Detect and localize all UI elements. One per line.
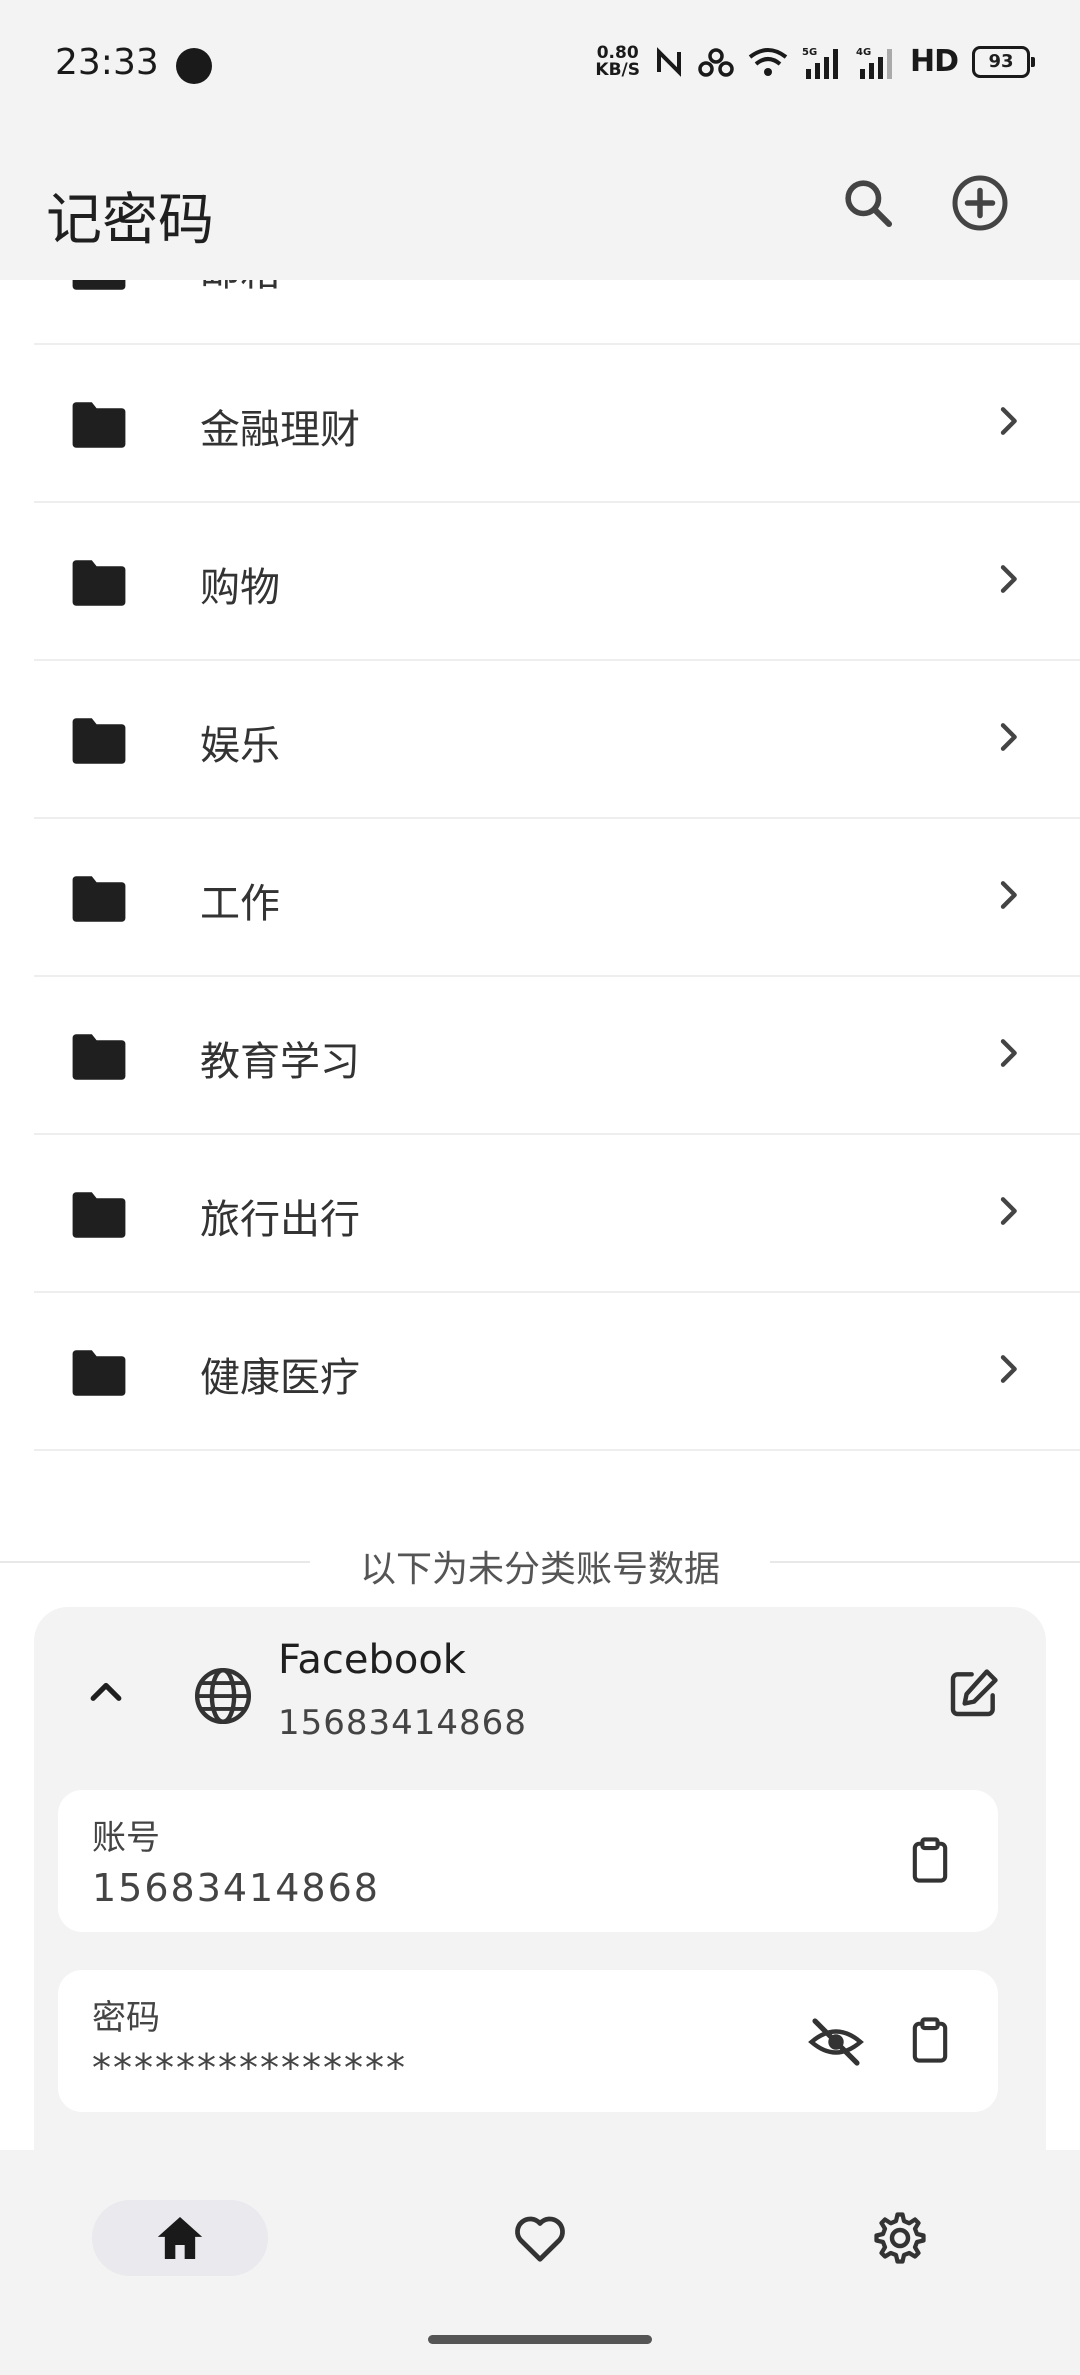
chevron-right-icon [1000, 881, 1017, 909]
account-value[interactable]: 15683414868 [92, 1866, 380, 1910]
folder-row[interactable]: 教育学习 [34, 977, 1080, 1135]
status-icons: 0.80 KB/S 5G 4G HD 93 [595, 42, 1035, 80]
folder-label: 旅行出行 [200, 1197, 360, 1243]
folder-label: 健康医疗 [200, 1355, 360, 1401]
folder-row[interactable]: 健康医疗 [34, 1293, 1080, 1451]
add-circle-icon [952, 175, 1008, 231]
nav-home[interactable] [92, 2200, 268, 2276]
folder-icon [72, 1350, 126, 1396]
page-title: 记密码 [46, 188, 214, 253]
search-button[interactable] [832, 167, 904, 239]
clipboard-icon [912, 1837, 948, 1883]
signal-5g-label: 5G [802, 47, 817, 58]
folder-row[interactable]: 娱乐 [34, 661, 1080, 819]
folder-row[interactable]: 购物 [34, 503, 1080, 661]
account-entry-card: Facebook 15683414868 账号 15683414868 密码 *… [34, 1607, 1046, 2150]
eye-off-icon [808, 2018, 864, 2066]
bottom-navigation [0, 2150, 1080, 2375]
folder-row[interactable]: 工作 [34, 819, 1080, 977]
collapse-button[interactable] [84, 1669, 128, 1717]
folder-icon [72, 876, 126, 922]
chevron-right-icon [1000, 1039, 1017, 1067]
uncategorized-header: 以下为未分类账号数据 [335, 1549, 744, 1590]
cellular-signal-5g-icon: 5G [802, 47, 838, 79]
nfc-icon [656, 46, 681, 77]
toggle-password-visibility-button[interactable] [808, 2014, 864, 2074]
cellular-signal-4g-icon: 4G [856, 47, 892, 79]
uncategorized-divider: 以下为未分类账号数据 [0, 1532, 1080, 1592]
chevron-right-icon [1000, 565, 1017, 593]
main-content: 邮箱金融理财购物娱乐工作教育学习旅行出行健康医疗 以下为未分类账号数据 Face… [0, 280, 1080, 2150]
settings-icon [874, 2212, 926, 2264]
network-speed-unit: KB/S [595, 59, 640, 80]
battery-icon: 93 [972, 45, 1035, 78]
folder-list: 邮箱金融理财购物娱乐工作教育学习旅行出行健康医疗 [0, 280, 1080, 1451]
network-speed: 0.80 KB/S [595, 42, 640, 80]
folder-row[interactable]: 旅行出行 [34, 1135, 1080, 1293]
add-entry-button[interactable] [944, 167, 1016, 239]
status-time: 23:33 [55, 42, 159, 83]
status-bar: 23:33 0.80 KB/S 5G 4G HD 93 [0, 0, 1080, 135]
hd-voice-label: HD [909, 44, 959, 79]
folder-label: 金融理财 [200, 407, 360, 453]
folder-icon [72, 1034, 126, 1080]
chevron-right-icon [1000, 1355, 1017, 1383]
folder-icon [72, 1192, 126, 1238]
folder-label: 邮箱 [200, 280, 280, 297]
notification-dot-icon [176, 48, 212, 84]
account-label: 账号 [92, 1818, 160, 1858]
wifi-icon [748, 47, 788, 76]
folder-row[interactable]: 金融理财 [34, 345, 1080, 503]
clipboard-icon [912, 2017, 948, 2063]
folder-label: 购物 [200, 565, 280, 611]
home-indicator[interactable] [428, 2335, 652, 2344]
copy-account-button[interactable] [904, 1834, 956, 1890]
network-speed-value: 0.80 [596, 42, 639, 63]
globe-icon [194, 1667, 252, 1725]
folder-icon [72, 718, 126, 764]
entry-subtitle: 15683414868 [278, 1703, 527, 1743]
chevron-right-icon [988, 280, 1028, 283]
entry-title: Facebook [278, 1637, 466, 1683]
folder-icon [72, 402, 126, 448]
search-icon [845, 180, 893, 228]
hotspot-link-icon [698, 47, 734, 77]
edit-entry-button[interactable] [946, 1665, 1002, 1725]
chevron-up-icon [90, 1682, 122, 1701]
signal-4g-label: 4G [856, 47, 871, 58]
nav-favorites[interactable] [452, 2200, 628, 2276]
folder-label: 娱乐 [200, 723, 280, 769]
folder-icon [72, 280, 126, 290]
entry-header[interactable]: Facebook 15683414868 [34, 1607, 1046, 1787]
chevron-right-icon [1000, 407, 1017, 435]
home-icon [157, 2217, 203, 2259]
folder-row[interactable]: 邮箱 [34, 280, 1080, 345]
heart-icon [515, 2216, 565, 2262]
folder-label: 教育学习 [200, 1039, 360, 1085]
account-field: 账号 15683414868 [58, 1790, 998, 1932]
app-bar: 记密码 [0, 135, 1080, 280]
edit-icon [950, 1669, 998, 1717]
password-label: 密码 [92, 1998, 160, 2038]
folder-label: 工作 [200, 881, 280, 927]
nav-settings[interactable] [812, 2200, 988, 2276]
password-field: 密码 *************** [58, 1970, 998, 2112]
chevron-right-icon [1000, 723, 1017, 751]
password-value[interactable]: *************** [92, 2046, 407, 2090]
copy-password-button[interactable] [904, 2014, 956, 2070]
folder-icon [72, 560, 126, 606]
chevron-right-icon [1000, 1197, 1017, 1225]
